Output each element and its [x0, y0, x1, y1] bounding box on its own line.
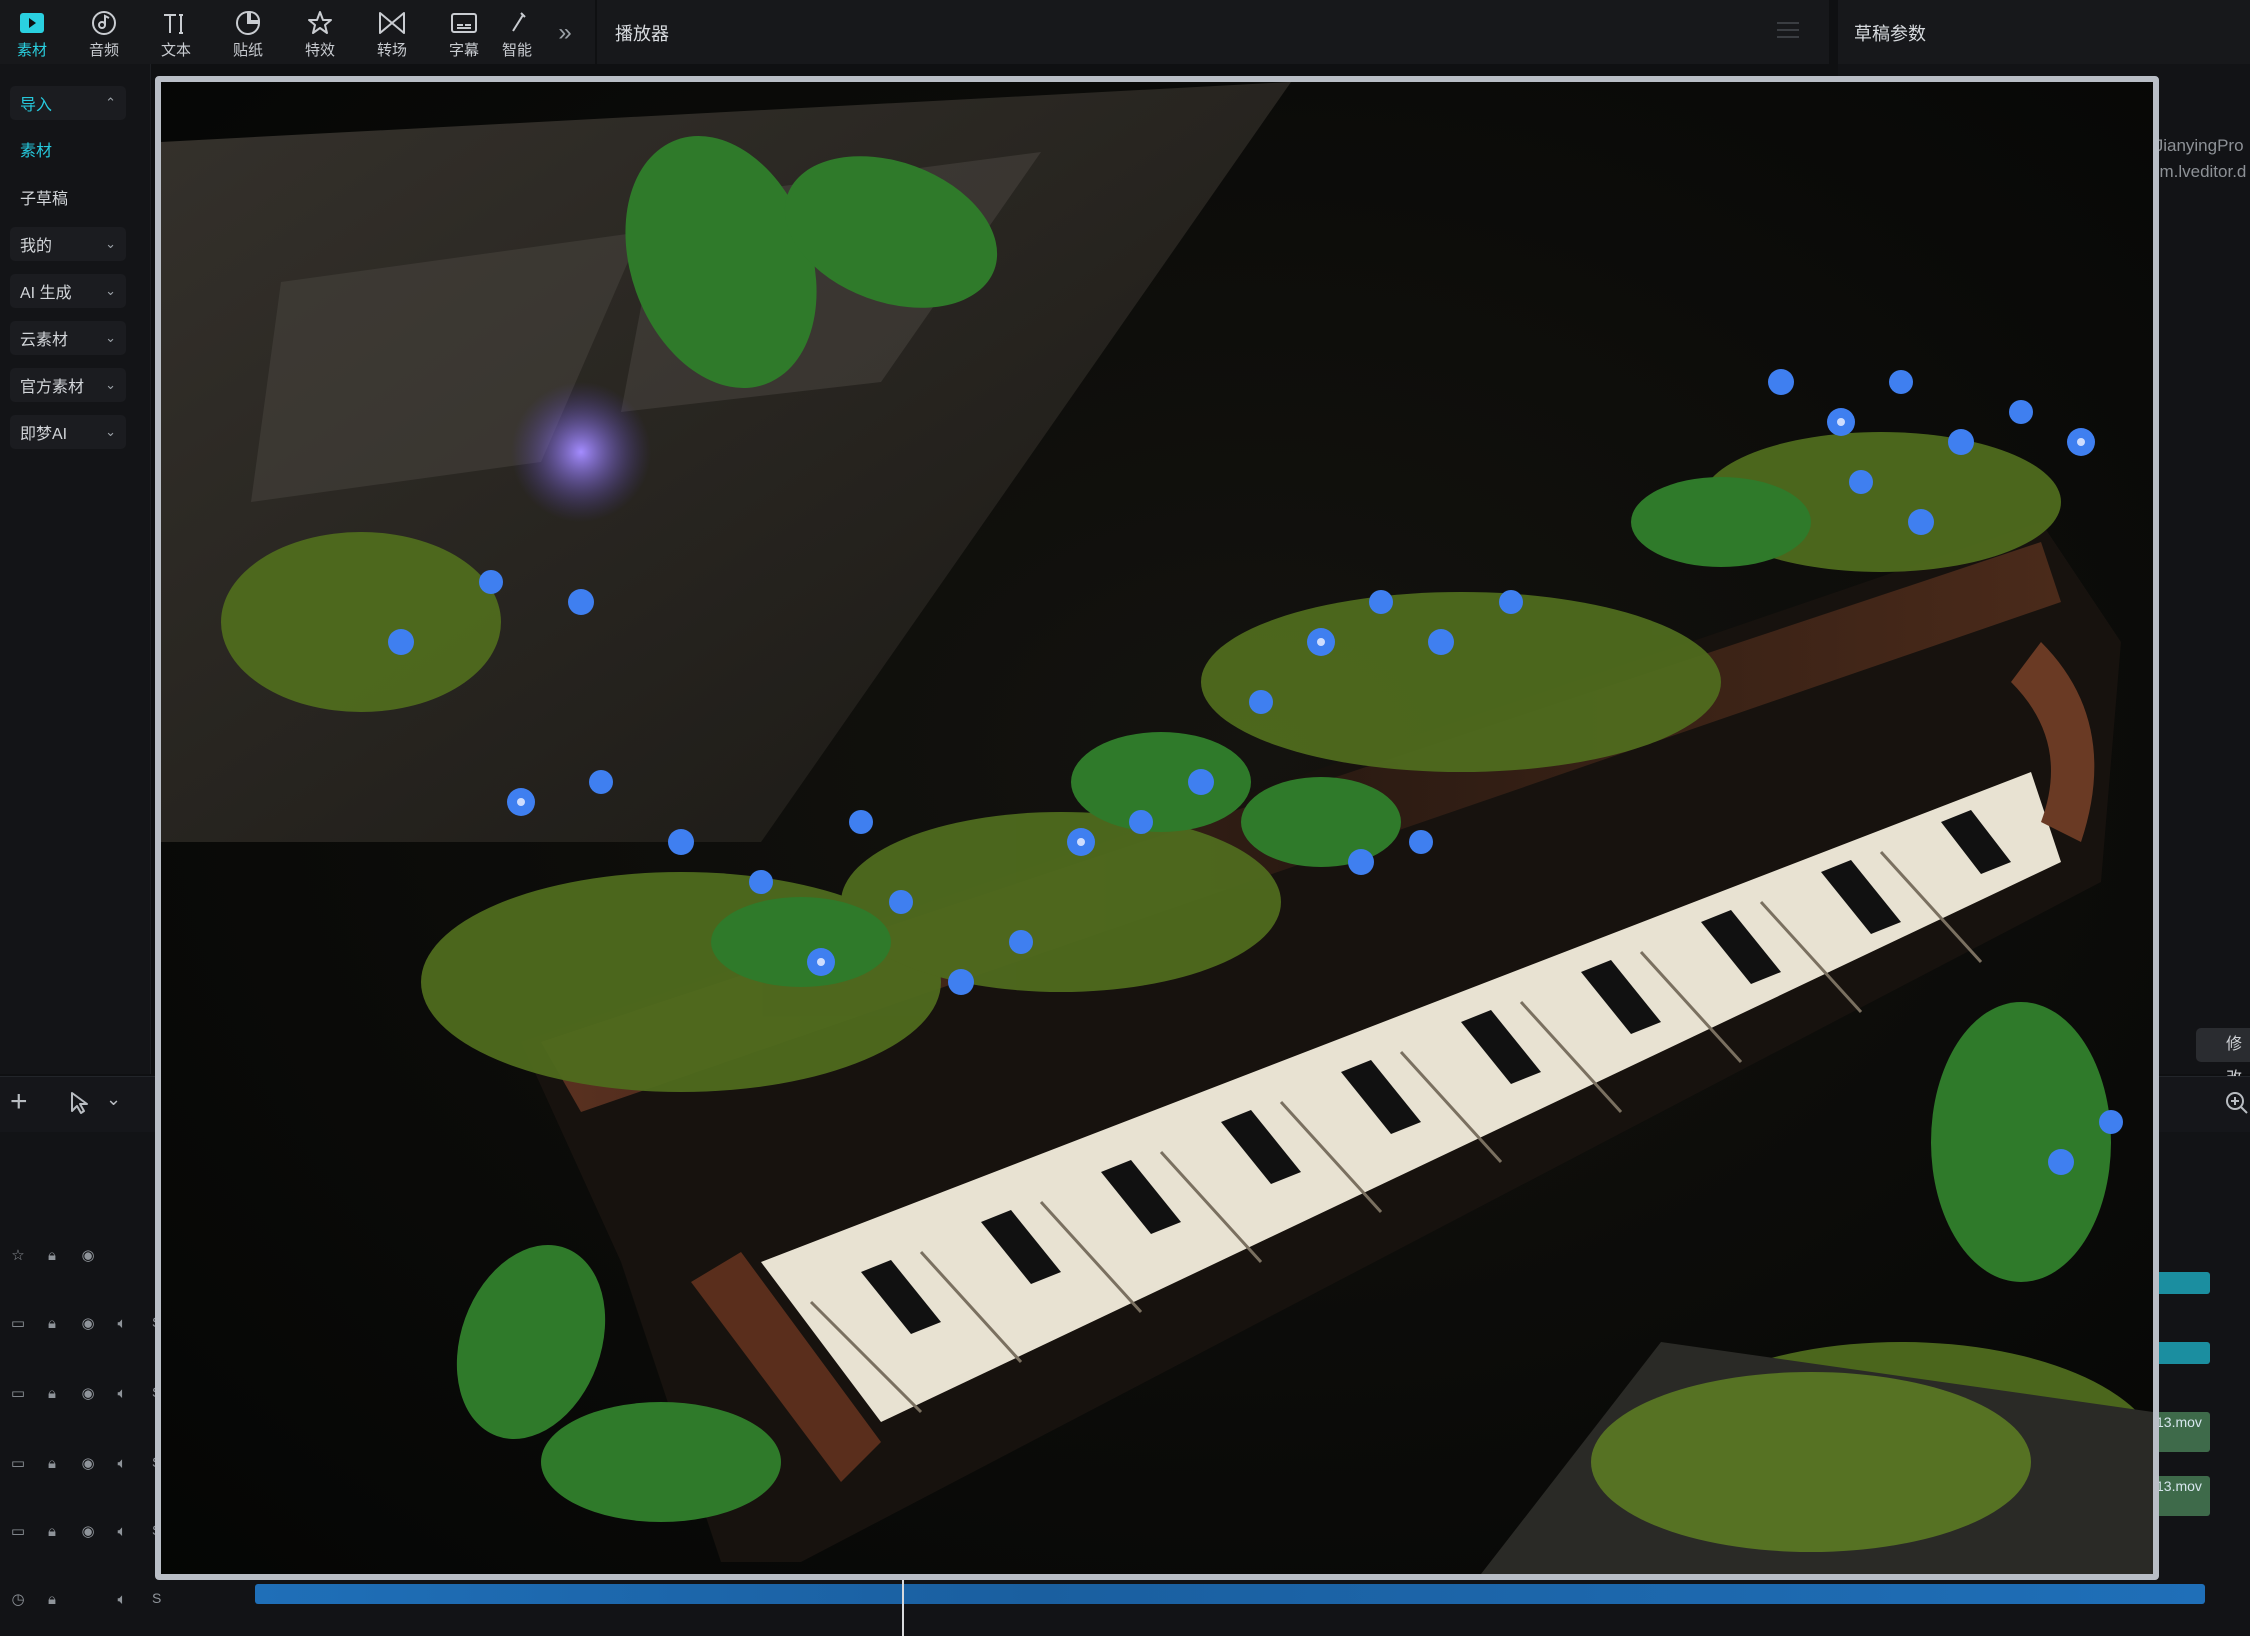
lock-icon[interactable]: 🔒︎: [42, 1454, 62, 1474]
tab-smart[interactable]: 智能: [492, 8, 542, 60]
video-track-icon: ▭: [10, 1315, 26, 1332]
clip-label: 13.mov: [2156, 1478, 2202, 1494]
player-title: 播放器: [615, 24, 669, 44]
tab-media[interactable]: 素材: [2, 8, 62, 60]
top-toolbar: 素材 音频 文本 贴纸 特效 转场 字幕 智能 »: [0, 0, 595, 64]
clip-label: 13.mov: [2156, 1414, 2202, 1430]
add-track-button[interactable]: +: [10, 1085, 28, 1119]
sticker-icon: [233, 8, 263, 37]
tab-subtitle[interactable]: 字幕: [434, 8, 494, 60]
watermark-text: -AlanGaller-: [1181, 1572, 1436, 1574]
sidebar-item-subdraft[interactable]: 子草稿: [10, 180, 126, 214]
audio-icon: [89, 8, 119, 37]
sidebar-item-label: AI 生成: [20, 285, 72, 302]
subtitle-icon: [449, 8, 479, 37]
tab-effects[interactable]: 特效: [290, 8, 350, 60]
sidebar-item-media[interactable]: 素材: [10, 132, 126, 166]
draft-params-title: 草稿参数: [1854, 24, 1926, 44]
text-icon: [161, 8, 191, 37]
track-header: ▭ 🔒︎ ◉ 🔈︎ S: [0, 1370, 170, 1418]
tab-sticker[interactable]: 贴纸: [218, 8, 278, 60]
chevron-down-icon[interactable]: ⌄: [106, 1089, 121, 1110]
chevron-down-icon: ⌄: [105, 330, 116, 345]
draft-path-line-1: /JianyingPro: [2150, 136, 2244, 155]
sidebar-item-label: 导入: [20, 97, 53, 114]
sidebar-item-ai-generate[interactable]: AI 生成 ⌄: [10, 274, 126, 308]
eye-icon[interactable]: ◉: [78, 1246, 98, 1266]
track-header-audio: ◷ 🔒︎ 🔈︎ S: [0, 1576, 170, 1624]
track-header: ▭ 🔒︎ ◉ 🔈︎ S: [0, 1300, 170, 1348]
sidebar-item-mine[interactable]: 我的 ⌄: [10, 227, 126, 261]
player-header: 播放器: [597, 0, 1829, 64]
video-clip[interactable]: [2150, 1272, 2210, 1294]
effects-icon: ☆: [11, 1247, 25, 1264]
track-header: ▭ 🔒︎ ◉ 🔈︎ S: [0, 1508, 170, 1556]
eye-icon[interactable]: ◉: [78, 1314, 98, 1334]
track-header: ▭ 🔒︎ ◉ 🔈︎ S: [0, 1440, 170, 1488]
track-label: S: [152, 1590, 162, 1606]
video-clip[interactable]: [2150, 1342, 2210, 1364]
sidebar-item-label: 素材: [20, 143, 53, 160]
left-sidebar: 导入 ⌃ 素材 子草稿 我的 ⌄ AI 生成 ⌄ 云素材 ⌄ 官方素材 ⌄ 即梦…: [0, 64, 151, 1074]
piano-scene-image: [161, 82, 2153, 1574]
lock-icon[interactable]: 🔒︎: [42, 1246, 62, 1266]
modify-button[interactable]: 修改: [2196, 1028, 2250, 1087]
menu-icon[interactable]: [1777, 22, 1799, 40]
speaker-icon[interactable]: 🔈︎: [112, 1590, 132, 1610]
tab-audio[interactable]: 音频: [74, 8, 134, 60]
sidebar-item-label: 我的: [20, 238, 53, 255]
right-panel-header: 草稿参数: [1838, 0, 2250, 64]
speaker-icon[interactable]: 🔈︎: [112, 1314, 132, 1334]
chevron-up-icon: ⌃: [105, 95, 116, 110]
lock-icon[interactable]: 🔒︎: [42, 1384, 62, 1404]
sidebar-item-import[interactable]: 导入 ⌃: [10, 86, 126, 120]
media-icon: [17, 8, 47, 37]
sidebar-item-cloud[interactable]: 云素材 ⌄: [10, 321, 126, 355]
video-preview[interactable]: -AlanGaller-: [155, 76, 2159, 1580]
select-cursor-icon[interactable]: [70, 1091, 90, 1120]
eye-icon[interactable]: ◉: [78, 1522, 98, 1542]
speaker-icon[interactable]: 🔈︎: [112, 1454, 132, 1474]
sidebar-item-label: 即梦AI: [20, 426, 68, 443]
sidebar-item-label: 官方素材: [20, 379, 85, 396]
draft-path-line-2: om.lveditor.d: [2150, 162, 2247, 181]
lock-icon[interactable]: 🔒︎: [42, 1590, 62, 1610]
eye-icon[interactable]: ◉: [78, 1454, 98, 1474]
video-track-icon: ▭: [10, 1523, 26, 1540]
chevron-down-icon: ⌄: [105, 236, 116, 251]
video-track-icon: ▭: [10, 1455, 26, 1472]
tab-text[interactable]: 文本: [146, 8, 206, 60]
speaker-icon[interactable]: 🔈︎: [112, 1384, 132, 1404]
sidebar-item-label: 云素材: [20, 332, 69, 349]
tab-transition[interactable]: 转场: [362, 8, 422, 60]
effects-icon: [305, 8, 335, 37]
chevron-down-icon: ⌄: [105, 283, 116, 298]
speaker-icon[interactable]: 🔈︎: [112, 1522, 132, 1542]
video-track-icon: ▭: [10, 1385, 26, 1402]
toolbar-more-button[interactable]: »: [550, 18, 580, 48]
sidebar-item-jimeng-ai[interactable]: 即梦AI ⌄: [10, 415, 126, 449]
audio-track-icon: ◷: [11, 1591, 25, 1608]
eye-icon[interactable]: ◉: [78, 1384, 98, 1404]
track-header-effects: ☆ 🔒︎ ◉: [0, 1232, 170, 1280]
lock-icon[interactable]: 🔒︎: [42, 1522, 62, 1542]
smart-icon: [502, 8, 532, 37]
lock-icon[interactable]: 🔒︎: [42, 1314, 62, 1334]
zoom-in-icon[interactable]: [2225, 1091, 2249, 1120]
sidebar-item-label: 子草稿: [20, 191, 69, 208]
audio-waveform-clip[interactable]: [255, 1584, 2205, 1604]
chevron-down-icon: ⌄: [105, 424, 116, 439]
transition-icon: [377, 8, 407, 37]
chevron-down-icon: ⌄: [105, 377, 116, 392]
sidebar-item-official[interactable]: 官方素材 ⌄: [10, 368, 126, 402]
